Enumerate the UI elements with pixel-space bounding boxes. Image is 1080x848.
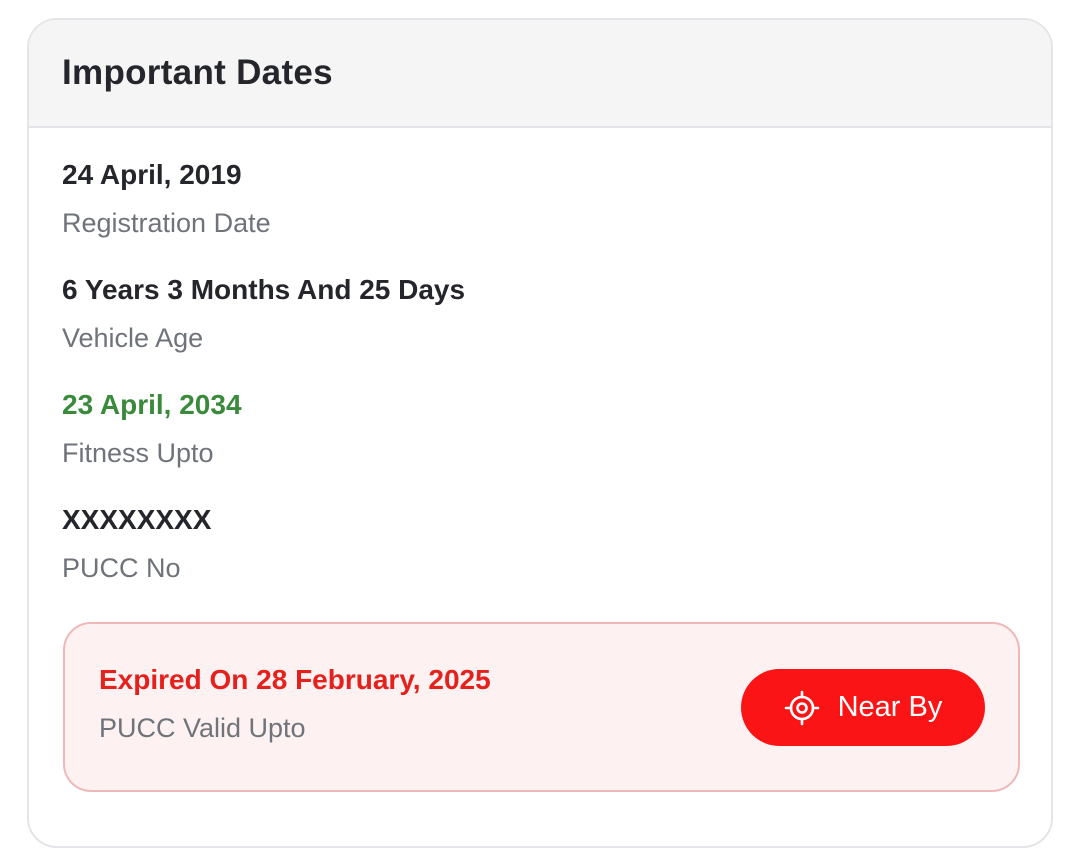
pucc-no-value: XXXXXXXX [62,504,212,535]
fitness-upto-item: 23 April, 2034 Fitness Upto [62,387,242,471]
pucc-valid-upto-label: PUCC Valid Upto [99,713,306,743]
pucc-validity-alert: Expired On 28 February, 2025 PUCC Valid … [63,622,1020,792]
pucc-expired-value: Expired On 28 February, 2025 [99,664,491,695]
important-dates-card: Important Dates 24 April, 2019 Registrat… [27,18,1053,848]
pucc-validity-text: Expired On 28 February, 2025 PUCC Valid … [99,662,491,746]
near-by-button[interactable]: Near By [741,669,985,746]
registration-date-item: 24 April, 2019 Registration Date [62,157,271,241]
pucc-no-item: XXXXXXXX PUCC No [62,502,211,586]
vehicle-age-item: 6 Years 3 Months And 25 Days Vehicle Age [62,272,465,356]
registration-date-label: Registration Date [62,208,271,238]
vehicle-age-label: Vehicle Age [62,323,204,353]
registration-date-value: 24 April, 2019 [62,159,242,190]
card-title: Important Dates [62,53,333,92]
fitness-upto-value: 23 April, 2034 [62,389,242,420]
pucc-no-label: PUCC No [62,553,181,583]
card-header: Important Dates [29,20,1051,128]
fitness-upto-label: Fitness Upto [62,438,214,468]
vehicle-age-value: 6 Years 3 Months And 25 Days [62,274,466,305]
location-target-icon [784,690,820,726]
near-by-label: Near By [837,691,943,723]
